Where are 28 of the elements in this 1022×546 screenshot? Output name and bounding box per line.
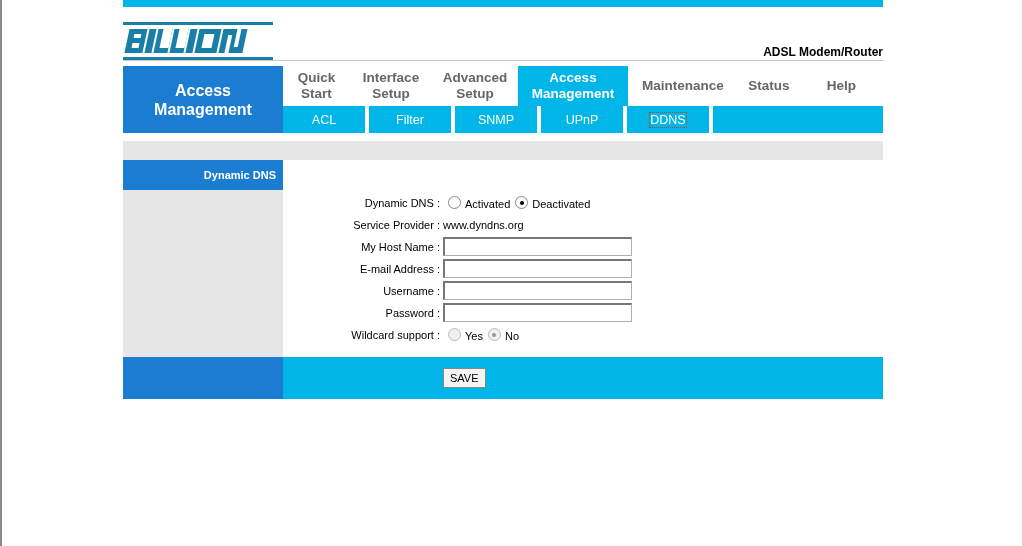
nav-tab[interactable]: Status: [738, 66, 800, 106]
nav-tab[interactable]: Advanced Setup: [432, 66, 518, 106]
field-label: Username :: [382, 284, 441, 297]
option-label: Yes: [465, 329, 483, 342]
nav-tab[interactable]: Interface Setup: [350, 66, 432, 106]
input-field[interactable]: [443, 281, 632, 300]
field-label: My Host Name :: [360, 240, 441, 253]
field-label: Service Provider :: [352, 218, 441, 231]
field-label: Wildcard support :: [350, 328, 441, 341]
save-button[interactable]: SAVE: [443, 368, 486, 388]
nav-tab[interactable]: Maintenance: [628, 66, 738, 106]
field-label: Dynamic DNS :: [363, 196, 441, 209]
field-value: www.dyndns.org: [443, 218, 524, 231]
nav-tab[interactable]: Help: [800, 66, 883, 106]
field-label: E-mail Address :: [358, 262, 441, 275]
section-title: Access Management: [123, 66, 283, 133]
product-subtitle: ADSL Modem/Router: [763, 45, 883, 59]
option-label: Activated: [465, 197, 511, 210]
sidebar-title: Dynamic DNS: [123, 160, 283, 190]
radio-button[interactable]: [515, 196, 529, 209]
password-field[interactable]: [443, 303, 632, 322]
input-field[interactable]: [443, 259, 632, 278]
field-label: Password :: [384, 306, 441, 319]
radio-button[interactable]: [448, 196, 461, 209]
nav-tab[interactable]: Quick Start: [283, 66, 350, 106]
option-label: No: [504, 329, 519, 342]
option-label: Deactivated: [532, 197, 591, 210]
input-field[interactable]: [443, 237, 632, 256]
